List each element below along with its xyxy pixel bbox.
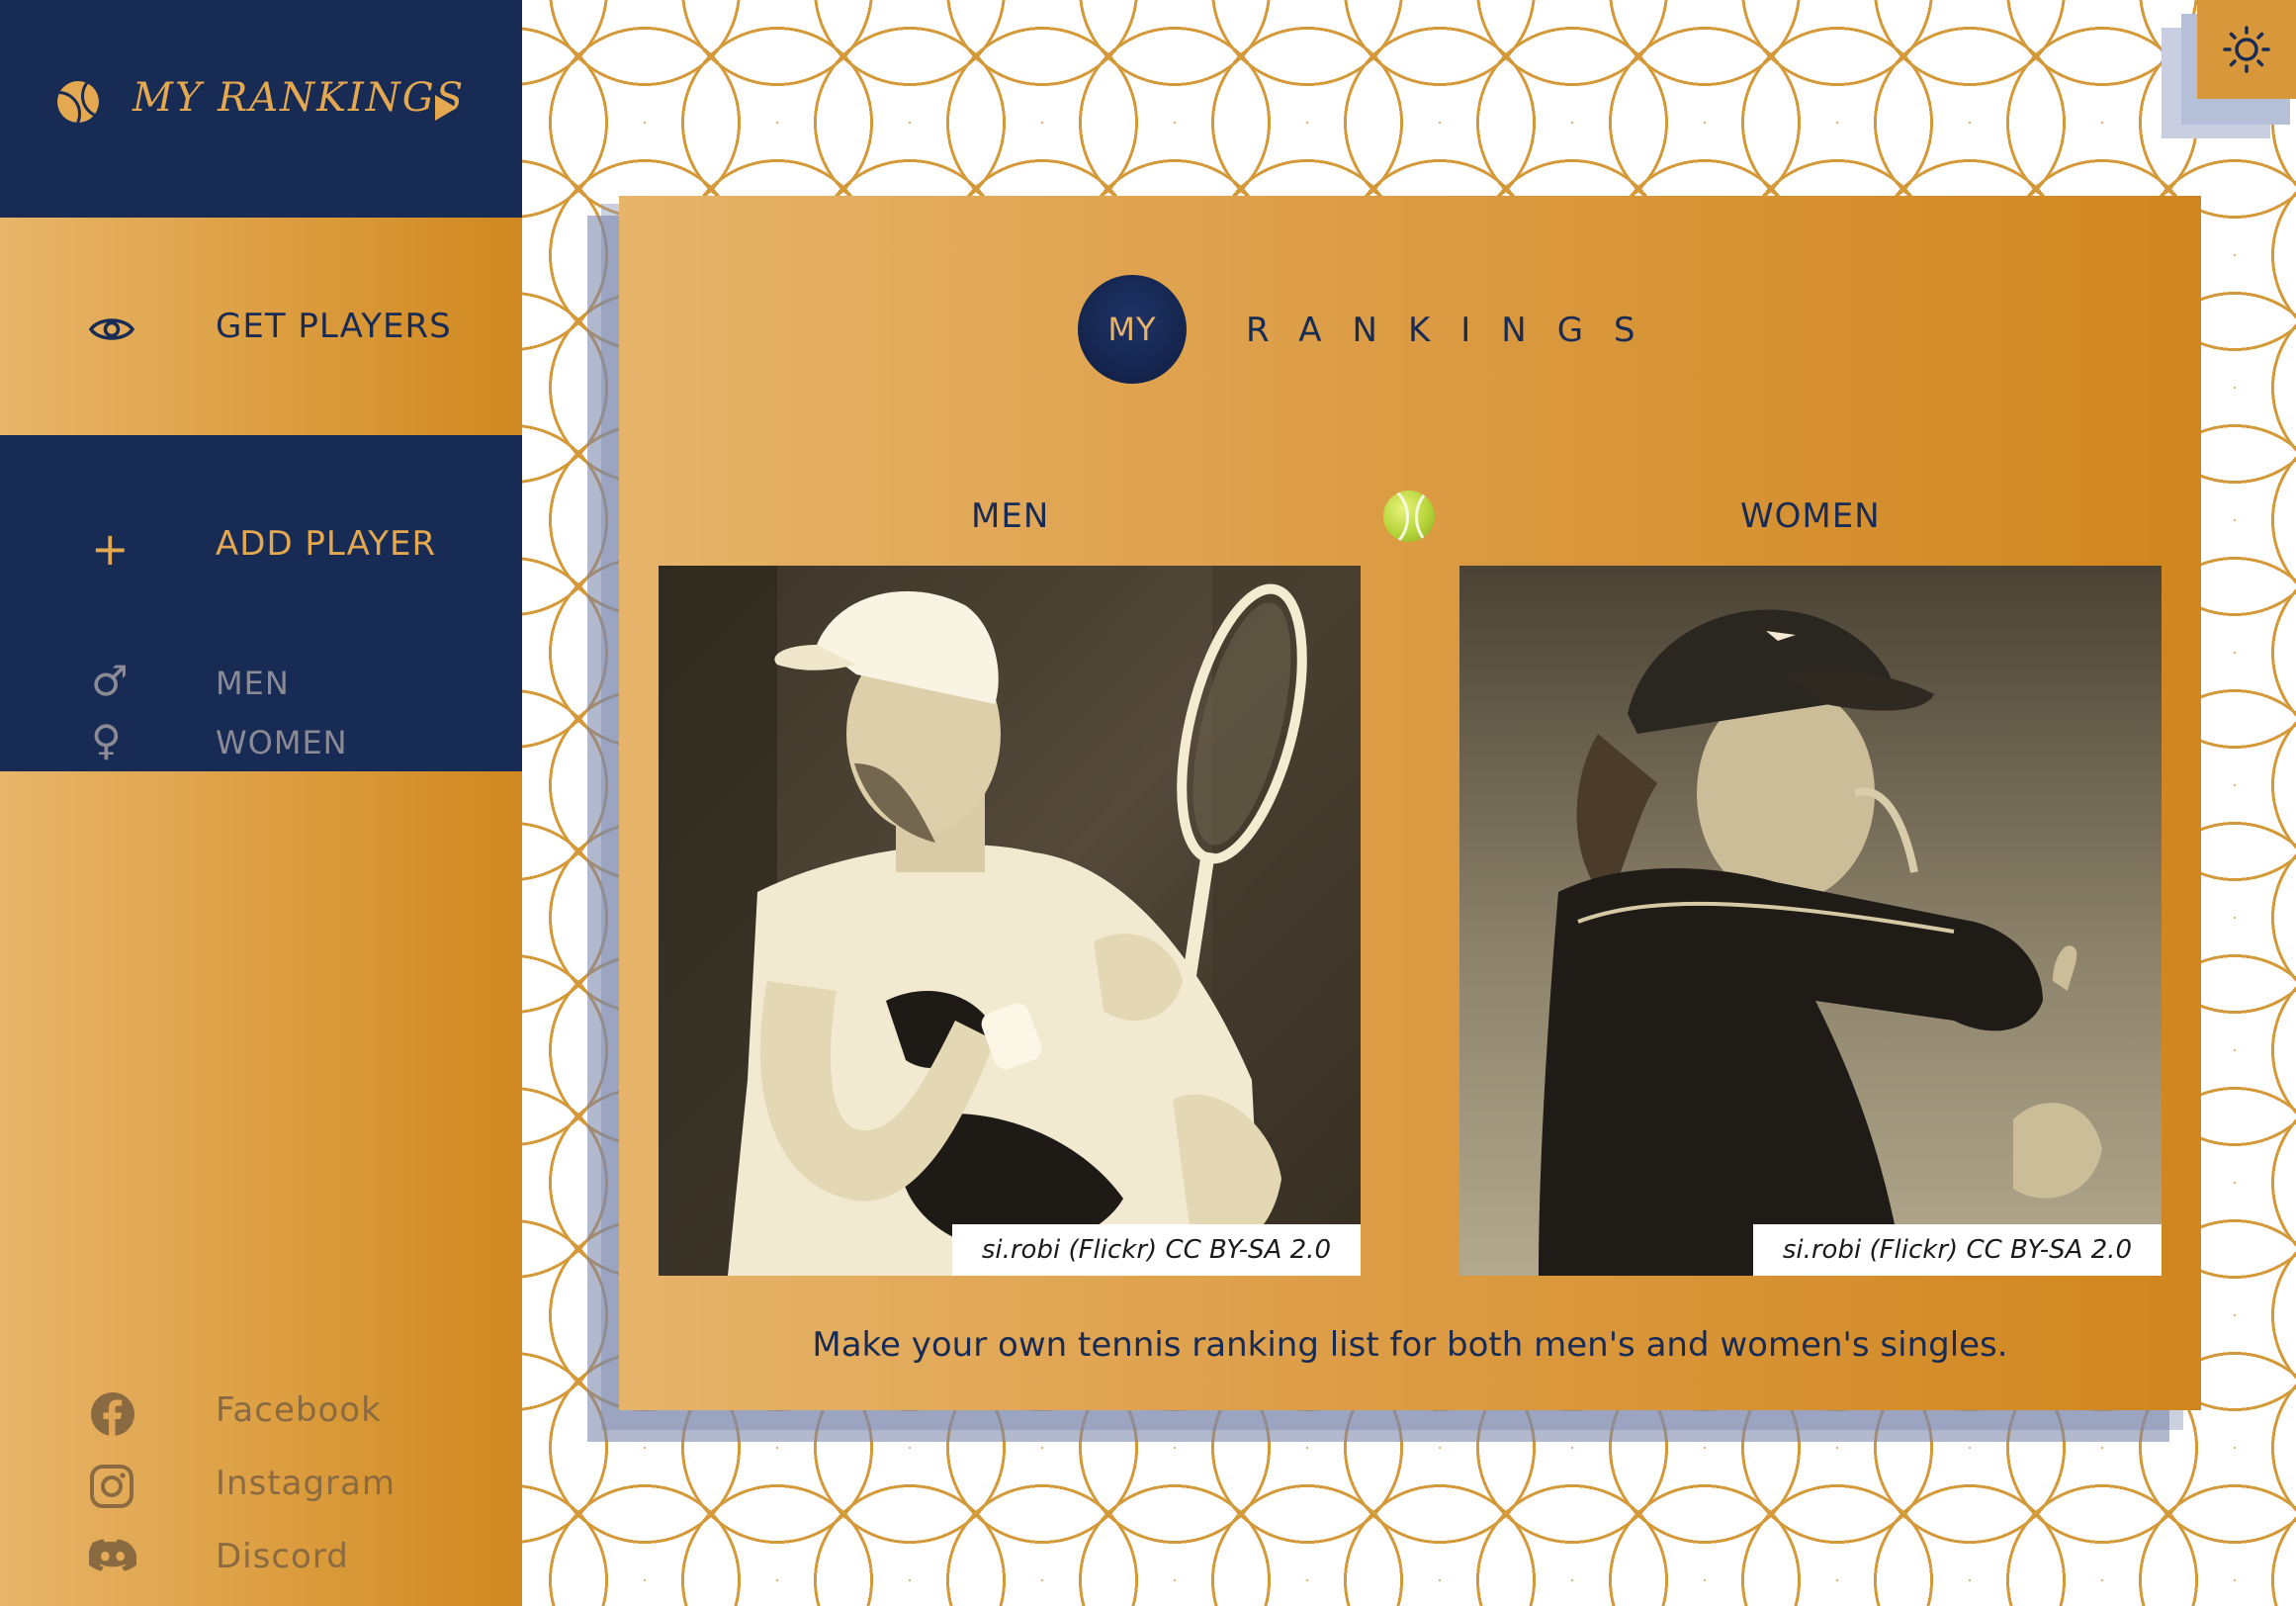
sub-item-women[interactable]: ♀ WOMEN [0, 720, 522, 767]
nav-add-player-label: ADD PLAYER [216, 524, 437, 564]
sun-icon [2223, 26, 2270, 73]
women-player-image [1459, 566, 2162, 1276]
men-photo-credit: si.robi (Flickr) CC BY-SA 2.0 [951, 1224, 1361, 1276]
social-discord[interactable]: Discord [0, 1531, 522, 1590]
women-photo[interactable]: si.robi (Flickr) CC BY-SA 2.0 [1459, 566, 2162, 1276]
facebook-icon [91, 1392, 134, 1436]
brand-link[interactable]: MY RANKINGS [0, 0, 522, 218]
instagram-icon [90, 1465, 133, 1508]
main-card: MY RANKINGS MEN WOMEN si.robi (Flickr) C… [619, 196, 2201, 1410]
sub-item-men-label: MEN [216, 665, 290, 702]
nav-get-players[interactable]: GET PLAYERS [0, 218, 522, 435]
facebook-label: Facebook [216, 1390, 382, 1430]
nav-get-players-label: GET PLAYERS [216, 307, 452, 346]
female-icon: ♀ [91, 716, 122, 764]
tennis-ball-icon [57, 81, 99, 123]
women-photo-credit: si.robi (Flickr) CC BY-SA 2.0 [1752, 1224, 2162, 1276]
tennis-ball-icon [1383, 491, 1435, 542]
logo-circle: MY [1078, 275, 1187, 384]
theme-toggle-button[interactable] [2197, 0, 2296, 99]
discord-label: Discord [216, 1537, 349, 1576]
eye-icon [89, 318, 134, 340]
tagline: Make your own tennis ranking list for bo… [812, 1325, 2008, 1365]
male-icon: ♂ [91, 657, 129, 705]
plus-icon: + [91, 522, 130, 576]
men-photo[interactable]: si.robi (Flickr) CC BY-SA 2.0 [659, 566, 1361, 1276]
nav-add-player[interactable]: + ADD PLAYER [0, 435, 522, 633]
logo-word: RANKINGS [1246, 311, 1666, 350]
brand-title: MY RANKINGS [132, 75, 466, 121]
men-title: MEN [971, 496, 1050, 536]
nav-add-player-section: + ADD PLAYER ♂ MEN ♀ WOMEN [0, 435, 522, 771]
instagram-label: Instagram [216, 1464, 396, 1503]
social-instagram[interactable]: Instagram [0, 1458, 522, 1517]
women-title: WOMEN [1740, 496, 1881, 536]
social-facebook[interactable]: Facebook [0, 1384, 522, 1444]
sub-item-men[interactable]: ♂ MEN [0, 661, 522, 708]
men-player-image [659, 566, 1361, 1276]
play-arrow-icon [435, 95, 457, 121]
sidebar: MY RANKINGS GET PLAYERS + ADD PLAYER ♂ M… [0, 0, 522, 1606]
discord-icon [89, 1539, 136, 1571]
sub-item-women-label: WOMEN [216, 724, 348, 761]
